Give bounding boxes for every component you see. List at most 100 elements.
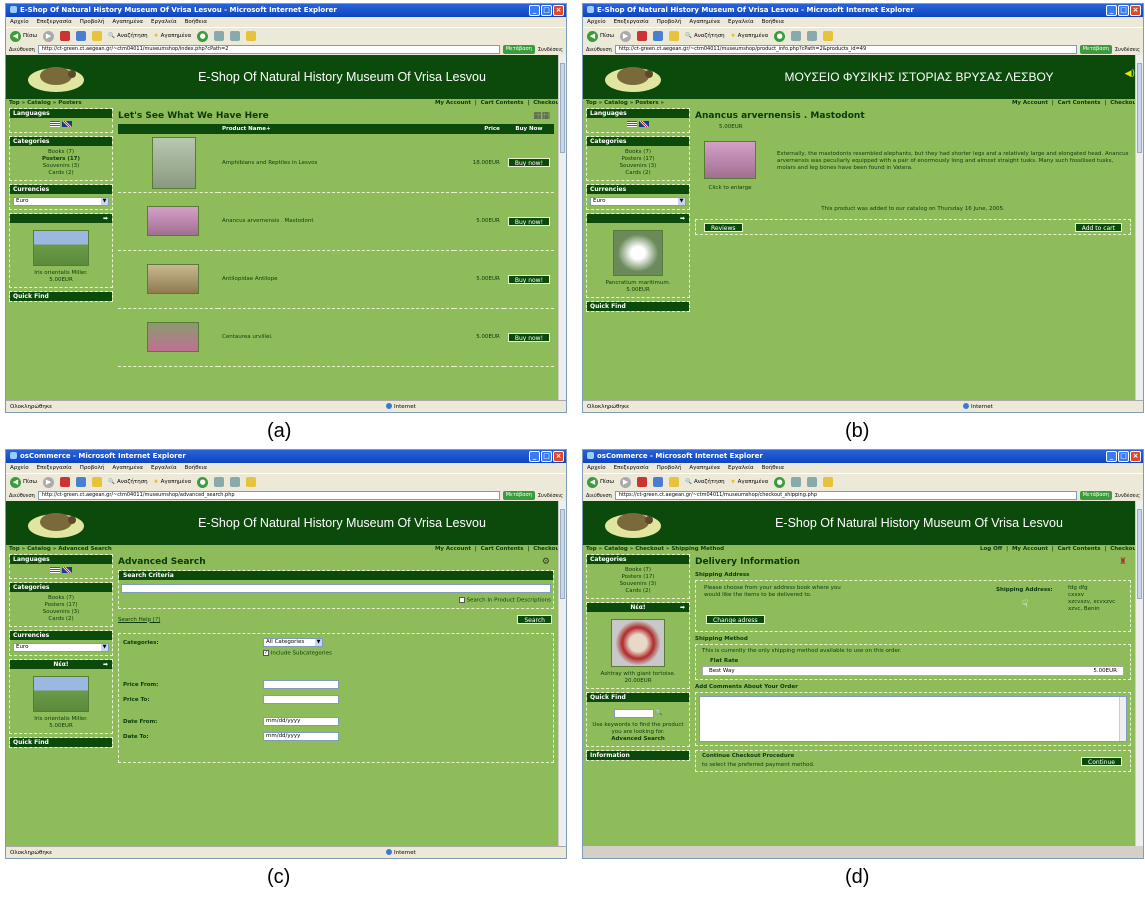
price-to-input[interactable] — [263, 694, 339, 704]
add-to-cart-button[interactable]: Add to cart — [1074, 223, 1122, 232]
mail-icon[interactable] — [214, 31, 225, 41]
uk-flag-icon[interactable] — [62, 567, 72, 573]
my-account-link[interactable]: My Account — [435, 546, 471, 552]
url-input[interactable]: http://ct-green.ct.aegean.gr/~ctm04011/m… — [614, 45, 1077, 54]
buy-now-button[interactable]: Buy now! — [507, 332, 550, 342]
category-books[interactable]: Books (7) — [590, 567, 686, 574]
refresh-icon[interactable] — [76, 477, 87, 487]
menu-file[interactable]: Αρχείο — [10, 17, 29, 27]
minimize-button[interactable]: _ — [1106, 451, 1117, 462]
greek-flag-icon[interactable] — [50, 121, 60, 127]
click-to-enlarge-link[interactable]: Click to enlarge — [695, 185, 765, 192]
stop-icon[interactable] — [637, 477, 648, 487]
menu-help[interactable]: Βοήθεια — [762, 17, 784, 27]
product-thumbnail[interactable] — [33, 229, 89, 266]
folder-icon[interactable] — [246, 477, 257, 487]
back-button[interactable]: ◀ Πίσω — [587, 30, 614, 42]
print-icon[interactable] — [807, 31, 818, 41]
category-cards[interactable]: Cards (2) — [13, 170, 109, 177]
arrow-right-icon[interactable]: ➡ — [103, 214, 108, 223]
menu-favorites[interactable]: Αγαπημένα — [689, 463, 720, 473]
menu-favorites[interactable]: Αγαπημένα — [112, 463, 143, 473]
reviews-button[interactable]: Reviews — [704, 223, 743, 232]
log-off-link[interactable]: Log Off — [980, 546, 1002, 552]
menu-tools[interactable]: Εργαλεία — [151, 17, 177, 27]
search-icon[interactable]: 🔍 — [656, 710, 663, 717]
go-button[interactable]: Μετάβαση — [502, 491, 535, 500]
buy-now-button[interactable]: Buy now! — [507, 216, 550, 226]
categories-select[interactable]: All Categories ▼ — [263, 637, 323, 647]
arrow-right-icon[interactable]: ➡ — [680, 603, 685, 612]
new-product-name[interactable]: Pancratium maritimum. — [590, 280, 686, 287]
product-image[interactable] — [704, 141, 756, 179]
menu-tools[interactable]: Εργαλεία — [728, 17, 754, 27]
search-help-link[interactable]: Search Help [?] — [118, 617, 160, 624]
menu-favorites[interactable]: Αγαπημένα — [112, 17, 143, 27]
category-souvenirs[interactable]: Souvenirs (3) — [590, 163, 686, 170]
category-cards[interactable]: Cards (2) — [13, 616, 109, 623]
arrow-right-icon[interactable]: ➡ — [103, 660, 108, 669]
category-souvenirs[interactable]: Souvenirs (3) — [13, 609, 109, 616]
maximize-button[interactable]: □ — [541, 5, 552, 16]
cart-contents-link[interactable]: Cart Contents — [481, 546, 524, 552]
search-button[interactable]: Search — [517, 614, 552, 624]
col-product-name[interactable]: Product Name+ — [218, 124, 454, 134]
search-descriptions-checkbox[interactable] — [458, 597, 465, 603]
mail-icon[interactable] — [791, 31, 802, 41]
url-input[interactable]: http://ct-green.ct.aegean.gr/~ctm04011/m… — [37, 45, 500, 54]
minimize-button[interactable]: _ — [529, 5, 540, 16]
print-icon[interactable] — [230, 477, 241, 487]
back-button[interactable]: ◀ Πίσω — [10, 476, 37, 488]
url-input[interactable]: https://ct-green.ct.aegean.gr/~ctm04011/… — [614, 491, 1077, 500]
close-button[interactable]: × — [553, 5, 564, 16]
product-image[interactable] — [147, 206, 199, 236]
product-thumbnail[interactable] — [613, 229, 663, 276]
print-icon[interactable] — [807, 477, 818, 487]
product-thumbnail[interactable] — [33, 675, 89, 712]
home-icon[interactable] — [92, 31, 103, 41]
menu-view[interactable]: Προβολή — [657, 463, 682, 473]
refresh-icon[interactable] — [76, 31, 87, 41]
folder-icon[interactable] — [246, 31, 257, 41]
menu-file[interactable]: Αρχείο — [587, 463, 606, 473]
forward-arrow-icon[interactable]: ▶ — [620, 30, 632, 42]
menu-help[interactable]: Βοήθεια — [185, 17, 207, 27]
folder-icon[interactable] — [823, 31, 834, 41]
keywords-input[interactable] — [121, 584, 551, 593]
category-souvenirs[interactable]: Souvenirs (3) — [590, 581, 686, 588]
category-posters[interactable]: Posters (17) — [590, 156, 686, 163]
search-button[interactable]: 🔍 Αναζήτηση — [685, 479, 725, 485]
vertical-scrollbar[interactable] — [1135, 501, 1143, 846]
advanced-search-link[interactable]: Advanced Search — [590, 736, 686, 743]
menu-edit[interactable]: Επεξεργασία — [37, 463, 72, 473]
change-address-button[interactable]: Change adress — [706, 615, 765, 624]
product-image[interactable] — [147, 264, 199, 294]
menu-help[interactable]: Βοήθεια — [762, 463, 784, 473]
menu-tools[interactable]: Εργαλεία — [728, 463, 754, 473]
close-button[interactable]: × — [1130, 5, 1141, 16]
new-product-name[interactable]: Ashtray with giant tortoise. — [590, 671, 686, 678]
minimize-button[interactable]: _ — [529, 451, 540, 462]
speaker-icon[interactable]: ◀) — [1125, 69, 1135, 79]
category-posters[interactable]: Posters (17) — [13, 602, 109, 609]
print-icon[interactable] — [230, 31, 241, 41]
forward-arrow-icon[interactable]: ▶ — [43, 476, 55, 488]
category-books[interactable]: Books (7) — [13, 595, 109, 602]
quick-find-input[interactable] — [613, 709, 654, 718]
arrow-right-icon[interactable]: ➡ — [680, 214, 685, 223]
uk-flag-icon[interactable] — [639, 121, 649, 127]
favorites-button[interactable]: ★ Αγαπημένα — [731, 33, 769, 39]
shipping-option-row[interactable]: Best Way 5.00EUR — [702, 666, 1124, 676]
mail-icon[interactable] — [214, 477, 225, 487]
buy-now-button[interactable]: Buy now! — [507, 158, 550, 168]
new-product-name[interactable]: Iris orientalis Miller. — [13, 270, 109, 277]
back-button[interactable]: ◀ Πίσω — [587, 476, 614, 488]
media-icon[interactable]: ● — [774, 476, 786, 488]
date-to-input[interactable]: mm/dd/yyyy — [263, 731, 339, 741]
forward-arrow-icon[interactable]: ▶ — [620, 476, 632, 488]
currency-select[interactable]: Euro ▼ — [13, 196, 109, 206]
buy-now-button[interactable]: Buy now! — [507, 274, 550, 284]
category-posters[interactable]: Posters (17) — [13, 156, 109, 163]
menu-file[interactable]: Αρχείο — [587, 17, 606, 27]
cart-contents-link[interactable]: Cart Contents — [1058, 100, 1101, 106]
